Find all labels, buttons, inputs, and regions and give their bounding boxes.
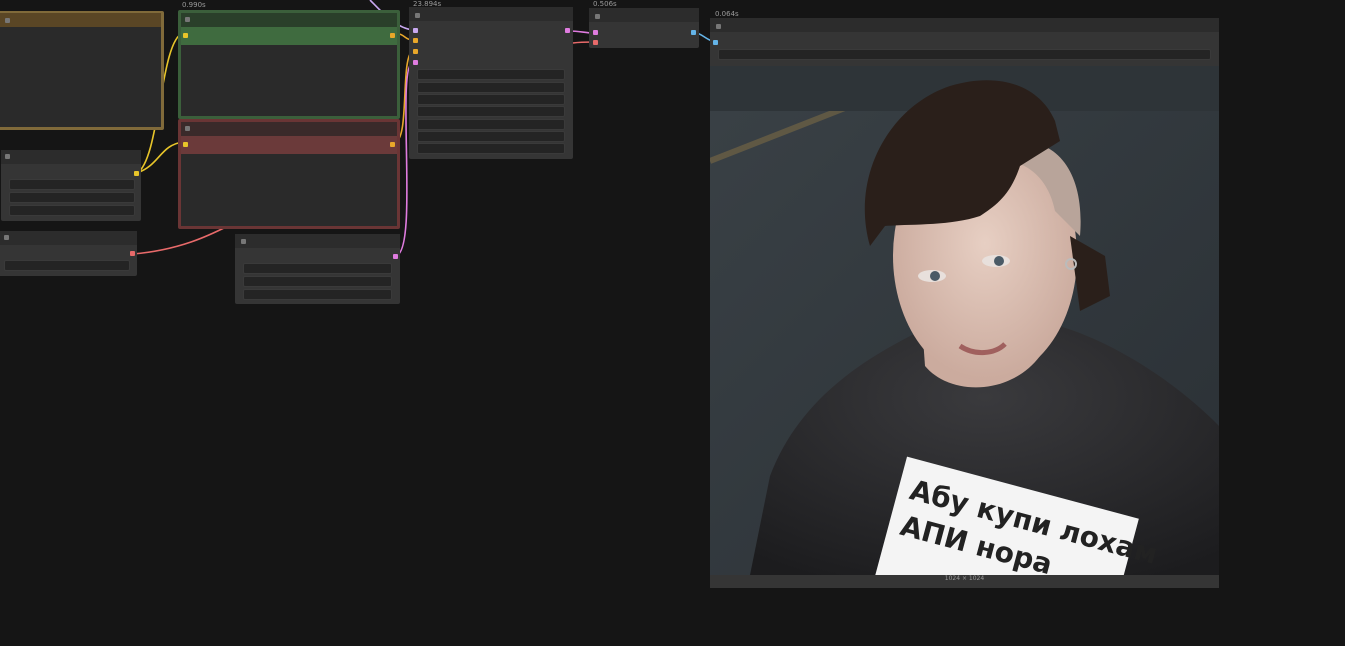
sampler-name-dropdown[interactable]	[417, 119, 565, 130]
link-clip-yellow-2	[136, 141, 184, 174]
node-titlebar[interactable]	[710, 18, 1219, 32]
latent-output-slot[interactable]	[393, 254, 398, 259]
collapse-dot-icon[interactable]	[415, 13, 420, 18]
collapse-dot-icon[interactable]	[5, 154, 10, 159]
clip-output-slot[interactable]	[134, 171, 139, 176]
clip-input-slot[interactable]	[183, 33, 188, 38]
image-size-label: 1024 × 1024	[710, 575, 1219, 588]
model-input-slot[interactable]	[413, 28, 418, 33]
latent-output-slot[interactable]	[565, 28, 570, 33]
samples-input-slot[interactable]	[593, 30, 598, 35]
preview-image[interactable]: Абу купи лохам АПИ нора	[710, 66, 1219, 575]
scheduler-dropdown[interactable]	[417, 131, 565, 142]
node-titlebar[interactable]	[589, 8, 699, 22]
images-input-slot[interactable]	[713, 40, 718, 45]
collapse-dot-icon[interactable]	[4, 235, 9, 240]
collapse-dot-icon[interactable]	[5, 18, 10, 23]
node-titlebar[interactable]	[235, 234, 400, 248]
vae-output-slot[interactable]	[130, 251, 135, 256]
vae-input-slot[interactable]	[593, 40, 598, 45]
control-after-generate-dropdown[interactable]	[417, 82, 565, 93]
timing-label: 0.990s	[182, 1, 206, 9]
filename-prefix-field[interactable]	[718, 49, 1211, 60]
link-vae	[132, 225, 229, 255]
batch-size-field[interactable]	[243, 289, 392, 300]
clip-type-dropdown[interactable]	[9, 192, 135, 203]
vae-loader-node[interactable]	[0, 231, 137, 276]
collapse-dot-icon[interactable]	[716, 24, 721, 29]
cfg-field[interactable]	[417, 106, 565, 117]
clip-input-slot[interactable]	[183, 142, 188, 147]
collapse-dot-icon[interactable]	[241, 239, 246, 244]
clip-name-dropdown[interactable]	[9, 179, 135, 190]
negative-input-slot[interactable]	[413, 49, 418, 54]
steps-field[interactable]	[417, 94, 565, 105]
collapse-dot-icon[interactable]	[185, 17, 190, 22]
save-image-node[interactable]: Абу купи лохам АПИ нора 1024 × 1024	[710, 18, 1219, 588]
node-titlebar[interactable]	[1, 150, 141, 164]
clip-loader-node[interactable]	[1, 150, 141, 221]
conditioning-output-slot[interactable]	[390, 33, 395, 38]
latent-input-slot[interactable]	[413, 60, 418, 65]
width-field[interactable]	[243, 263, 392, 274]
node-titlebar[interactable]	[409, 7, 573, 21]
conditioning-output-slot[interactable]	[390, 142, 395, 147]
timing-label: 0.064s	[715, 10, 739, 18]
height-field[interactable]	[243, 276, 392, 287]
collapse-dot-icon[interactable]	[185, 126, 190, 131]
empty-latent-image-node[interactable]	[235, 234, 400, 304]
device-dropdown[interactable]	[9, 205, 135, 216]
checkpoint-loader-node[interactable]	[0, 11, 164, 130]
node-titlebar[interactable]	[0, 231, 137, 245]
ksampler-node[interactable]	[409, 7, 573, 159]
node-titlebar[interactable]	[181, 13, 397, 27]
vae-decode-node[interactable]	[589, 8, 699, 48]
image-output-slot[interactable]	[691, 30, 696, 35]
clip-text-encode-positive-node[interactable]	[178, 10, 400, 119]
positive-input-slot[interactable]	[413, 38, 418, 43]
vae-name-dropdown[interactable]	[4, 260, 130, 271]
collapse-dot-icon[interactable]	[595, 14, 600, 19]
denoise-field[interactable]	[417, 143, 565, 154]
node-titlebar[interactable]	[0, 13, 161, 27]
clip-text-encode-negative-node[interactable]	[178, 119, 400, 229]
timing-label: 0.506s	[593, 0, 617, 8]
seed-field[interactable]	[417, 69, 565, 80]
node-titlebar[interactable]	[181, 122, 397, 136]
